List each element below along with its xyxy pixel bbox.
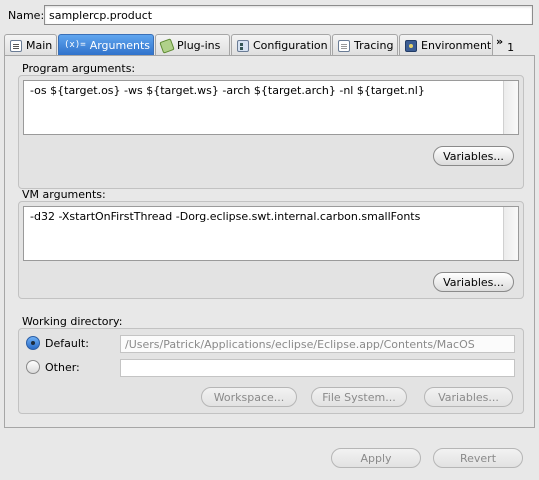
tab-plugins-label: Plug-ins [177, 39, 221, 52]
default-directory-field: /Users/Patrick/Applications/eclipse/Ecli… [120, 335, 515, 353]
tab-arguments[interactable]: (x)= Arguments [58, 34, 154, 56]
default-directory-label: Default: [45, 336, 89, 350]
tab-tracing-label: Tracing [354, 39, 394, 52]
tab-arguments-label: Arguments [89, 39, 150, 52]
chevron-double-right-icon: » [496, 34, 504, 48]
tab-environment-label: Environment [421, 39, 492, 52]
apply-button[interactable]: Apply [331, 448, 421, 468]
arguments-tab-panel: Program arguments: -os ${target.os} -ws … [4, 55, 535, 428]
tab-main[interactable]: Main [4, 34, 57, 56]
program-arguments-label: Program arguments: [22, 62, 136, 75]
overflow-count: 1 [507, 40, 515, 54]
configuration-icon [237, 39, 249, 52]
file-system-button[interactable]: File System... [311, 387, 407, 407]
vm-arguments-scrollbar[interactable] [503, 207, 518, 260]
tab-main-label: Main [26, 39, 53, 52]
vm-arguments-variables-button[interactable]: Variables... [433, 272, 514, 292]
name-label: Name: [8, 9, 45, 22]
name-input[interactable] [44, 5, 533, 25]
working-directory-variables-button[interactable]: Variables... [424, 387, 513, 407]
working-directory-group: Default: /Users/Patrick/Applications/ecl… [18, 328, 524, 414]
workspace-button[interactable]: Workspace... [201, 387, 297, 407]
program-arguments-variables-button[interactable]: Variables... [433, 146, 514, 166]
plugin-icon [159, 37, 175, 54]
other-directory-label: Other: [45, 360, 80, 374]
other-directory-field[interactable] [120, 359, 515, 377]
vm-arguments-group: -d32 -XstartOnFirstThread -Dorg.eclipse.… [18, 201, 524, 299]
tab-configuration-label: Configuration [253, 39, 328, 52]
tracing-icon [338, 39, 350, 52]
radio-selected-icon [26, 336, 40, 350]
vm-arguments-text: -d32 -XstartOnFirstThread -Dorg.eclipse.… [30, 210, 421, 223]
revert-button[interactable]: Revert [433, 448, 523, 468]
default-directory-radio[interactable]: Default: [26, 336, 89, 350]
tab-environment[interactable]: Environment [399, 34, 493, 56]
tab-bar: Main (x)= Arguments Plug-ins Configurati… [4, 34, 537, 56]
working-directory-label: Working directory: [22, 315, 123, 328]
tab-tracing[interactable]: Tracing [332, 34, 398, 56]
vm-arguments-label: VM arguments: [22, 188, 106, 201]
tab-configuration[interactable]: Configuration [231, 34, 331, 56]
program-arguments-scrollbar[interactable] [503, 81, 518, 134]
launch-configuration-dialog: Name: Main (x)= Arguments Plug-ins Confi… [0, 0, 539, 480]
program-arguments-text: -os ${target.os} -ws ${target.ws} -arch … [30, 84, 425, 97]
vm-arguments-textarea[interactable]: -d32 -XstartOnFirstThread -Dorg.eclipse.… [23, 206, 519, 261]
tab-plugins[interactable]: Plug-ins [155, 34, 230, 56]
program-arguments-textarea[interactable]: -os ${target.os} -ws ${target.ws} -arch … [23, 80, 519, 135]
arguments-icon: (x)= [64, 39, 86, 50]
radio-unselected-icon [26, 360, 40, 374]
program-arguments-group: -os ${target.os} -ws ${target.ws} -arch … [18, 75, 524, 189]
environment-icon [405, 39, 417, 52]
tab-overflow-menu[interactable]: » 1 [494, 34, 518, 56]
main-tab-icon [10, 39, 22, 52]
other-directory-radio[interactable]: Other: [26, 360, 80, 374]
